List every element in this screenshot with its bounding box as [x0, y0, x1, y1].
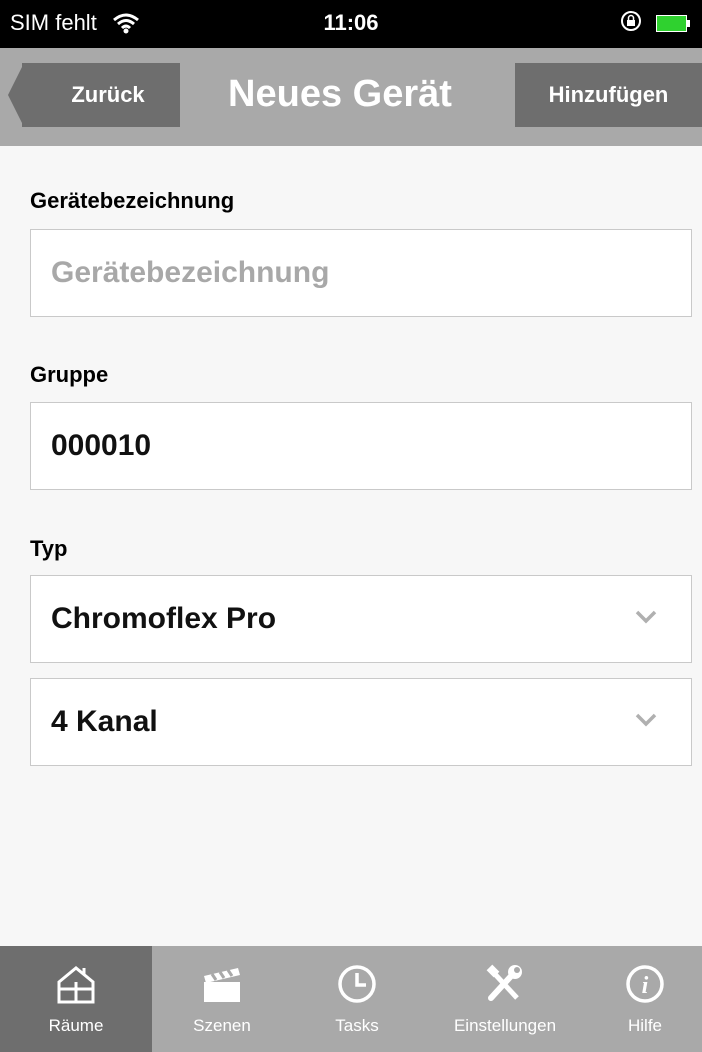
chevron-down-icon — [635, 610, 657, 624]
status-bar: SIM fehlt 11:06 — [0, 0, 702, 48]
type-channel-select[interactable]: 4 Kanal — [30, 678, 692, 766]
add-button[interactable]: Hinzufügen — [515, 63, 702, 127]
battery-icon — [656, 15, 690, 32]
device-name-label: Gerätebezeichnung — [30, 188, 235, 213]
clapperboard-icon — [204, 968, 240, 1002]
svg-text:i: i — [642, 973, 649, 999]
type-channel-value: 4 Kanal — [51, 705, 158, 738]
type-model-value: Chromoflex Pro — [51, 602, 277, 635]
tab-bar: Räume Szenen Tasks Einstellungen i Hilfe — [0, 946, 702, 1052]
tab-hilfe[interactable]: i Hilfe — [588, 946, 702, 1052]
tab-tasks[interactable]: Tasks — [292, 946, 422, 1052]
device-name-input[interactable] — [31, 230, 691, 316]
chevron-down-icon — [635, 713, 657, 727]
type-label: Typ — [30, 536, 68, 561]
group-input[interactable] — [31, 403, 691, 489]
device-name-field[interactable] — [30, 229, 692, 317]
clock-time: 11:06 — [323, 10, 379, 35]
tab-label: Einstellungen — [453, 1016, 557, 1035]
tab-szenen[interactable]: Szenen — [152, 946, 292, 1052]
back-button[interactable]: Zurück — [22, 63, 180, 127]
back-button-label: Zurück — [71, 82, 145, 107]
type-model-select[interactable]: Chromoflex Pro — [30, 575, 692, 663]
clock-icon — [338, 965, 376, 1003]
tab-einstellungen[interactable]: Einstellungen — [422, 946, 588, 1052]
page-title: Neues Gerät — [228, 73, 452, 115]
info-icon: i — [626, 965, 664, 1003]
tab-label: Räume — [48, 1016, 104, 1035]
tab-label: Tasks — [335, 1016, 379, 1035]
tab-raeume[interactable]: Räume — [0, 946, 152, 1052]
tab-label: Szenen — [193, 1016, 251, 1035]
group-label: Gruppe — [30, 362, 109, 387]
tab-label: Hilfe — [627, 1016, 662, 1035]
navigation-bar: Zurück Neues Gerät Hinzufügen — [0, 48, 702, 146]
group-field[interactable] — [30, 402, 692, 490]
house-icon — [57, 966, 95, 1004]
tools-icon — [486, 964, 522, 1001]
rotation-lock-icon — [621, 11, 641, 31]
add-button-label: Hinzufügen — [548, 82, 669, 107]
